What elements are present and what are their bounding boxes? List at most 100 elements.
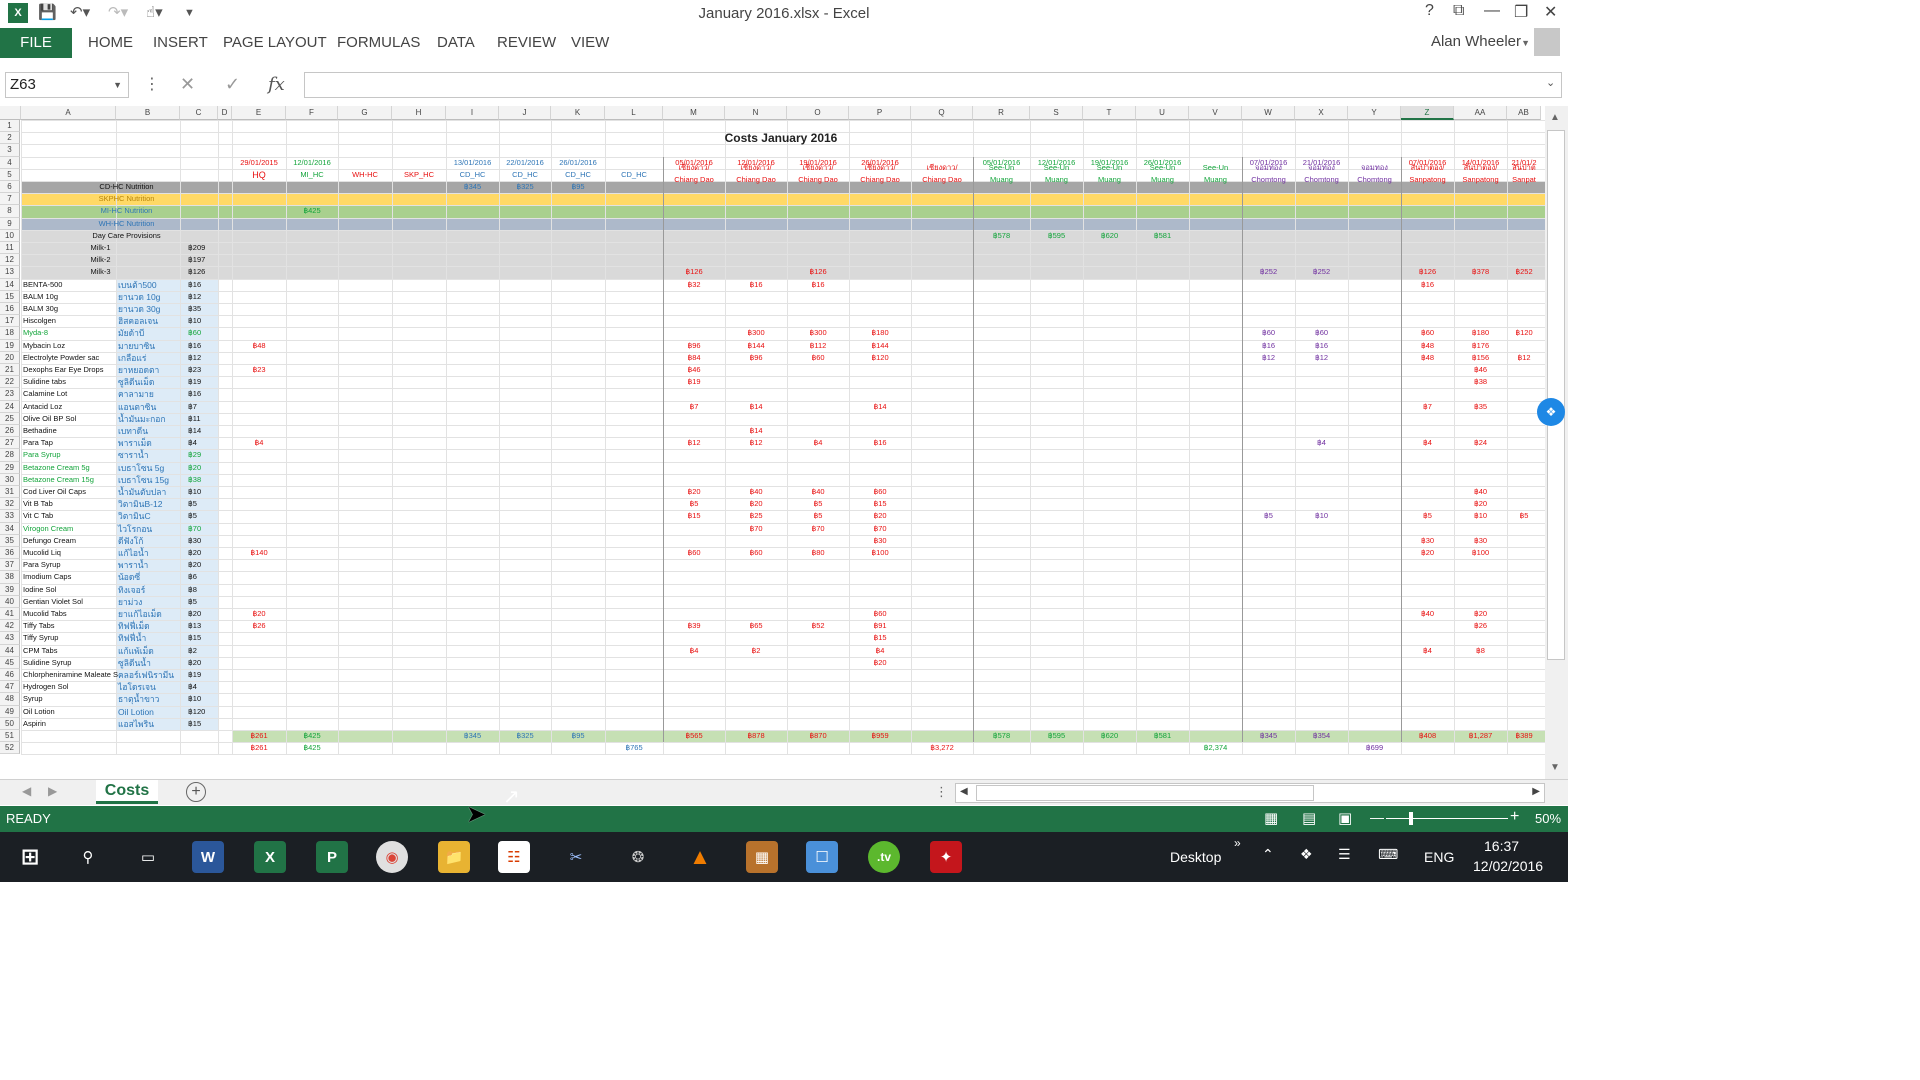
cost-cell[interactable]: ฿252 bbox=[1295, 266, 1348, 278]
item-name-th[interactable]: Oil Lotion bbox=[118, 706, 154, 718]
cost-cell[interactable]: ฿16 bbox=[787, 279, 849, 291]
row-header-28[interactable]: 28 bbox=[0, 449, 20, 462]
cost-cell[interactable]: ฿300 bbox=[725, 327, 787, 339]
help-icon[interactable]: ? bbox=[1425, 2, 1434, 20]
cost-cell[interactable]: ฿16 bbox=[725, 279, 787, 291]
item-name-en[interactable]: Gentian Violet Sol bbox=[23, 596, 83, 608]
item-price[interactable]: ฿10 bbox=[188, 693, 201, 705]
cost-cell[interactable]: ฿5 bbox=[787, 510, 849, 522]
item-name-th[interactable]: พาราน้ำ bbox=[118, 559, 148, 571]
tab-insert[interactable]: INSERT bbox=[153, 34, 208, 51]
tab-view[interactable]: VIEW bbox=[571, 34, 609, 51]
cost-cell[interactable]: ฿12 bbox=[1295, 352, 1348, 364]
item-name-th[interactable]: ยานวด 10g bbox=[118, 291, 160, 303]
cost-cell[interactable]: ฿15 bbox=[849, 632, 911, 644]
item-name-en[interactable]: Dexophs Ear Eye Drops bbox=[23, 364, 103, 376]
item-name-th[interactable]: ฮิสคอลเจน bbox=[118, 315, 158, 327]
cost-cell[interactable]: ฿46 bbox=[1454, 364, 1507, 376]
item-name-en[interactable]: Antacid Loz bbox=[23, 401, 62, 413]
cost-cell[interactable]: ฿48 bbox=[232, 340, 286, 352]
tab-data[interactable]: DATA bbox=[437, 34, 475, 51]
cost-cell[interactable]: ฿60 bbox=[663, 547, 725, 559]
cost-cell[interactable]: ฿5 bbox=[1242, 510, 1295, 522]
row-header-48[interactable]: 48 bbox=[0, 693, 20, 706]
desktop-toolbar[interactable]: Desktop bbox=[1170, 849, 1221, 865]
cost-cell[interactable]: ฿40 bbox=[725, 486, 787, 498]
item-price[interactable]: ฿16 bbox=[188, 388, 201, 400]
cost-cell[interactable]: ฿60 bbox=[849, 486, 911, 498]
item-price[interactable]: ฿70 bbox=[188, 523, 201, 535]
item-name-en[interactable]: Tiffy Syrup bbox=[23, 632, 58, 644]
row-header-41[interactable]: 41 bbox=[0, 608, 20, 621]
item-name-en[interactable]: Para Syrup bbox=[23, 559, 61, 571]
scroll-down-icon[interactable]: ▼ bbox=[1550, 762, 1560, 773]
vlc-icon[interactable]: ▲ bbox=[684, 841, 716, 873]
item-name-en[interactable]: Mucolid Tabs bbox=[23, 608, 67, 620]
next-sheet-icon[interactable]: ▶ bbox=[48, 784, 57, 798]
cost-cell[interactable]: ฿144 bbox=[725, 340, 787, 352]
row-header-13[interactable]: 13 bbox=[0, 266, 20, 279]
item-price[interactable]: ฿38 bbox=[188, 474, 201, 486]
row-header-17[interactable]: 17 bbox=[0, 315, 20, 328]
item-price[interactable]: ฿7 bbox=[188, 401, 197, 413]
item-name-th[interactable]: ยาแก้ไอเม็ด bbox=[118, 608, 162, 620]
column-header-m[interactable]: M bbox=[663, 106, 725, 120]
item-name-en[interactable]: Para Tap bbox=[23, 437, 53, 449]
item-name-en[interactable]: BALM 10g bbox=[23, 291, 58, 303]
cost-cell[interactable]: ฿12 bbox=[663, 437, 725, 449]
column-header-s[interactable]: S bbox=[1030, 106, 1083, 120]
column-header-c[interactable]: C bbox=[180, 106, 218, 120]
column-header-aa[interactable]: AA bbox=[1454, 106, 1507, 120]
cost-cell[interactable]: ฿96 bbox=[725, 352, 787, 364]
cost-cell[interactable]: ฿345 bbox=[446, 730, 499, 742]
item-name-th[interactable]: ยาหยอดตา bbox=[118, 364, 159, 376]
column-header-j[interactable]: J bbox=[499, 106, 551, 120]
column-header-w[interactable]: W bbox=[1242, 106, 1295, 120]
cost-cell[interactable]: ฿20 bbox=[1454, 608, 1507, 620]
cost-cell[interactable]: ฿19 bbox=[663, 376, 725, 388]
item-name-en[interactable]: Mucolid Liq bbox=[23, 547, 61, 559]
cost-cell[interactable]: ฿20 bbox=[725, 498, 787, 510]
item-name-th[interactable]: ซูลิดีนน้ำ bbox=[118, 657, 151, 669]
cost-cell[interactable]: ฿91 bbox=[849, 620, 911, 632]
cost-cell[interactable]: ฿578 bbox=[973, 730, 1030, 742]
item-price[interactable]: ฿5 bbox=[188, 596, 197, 608]
cost-cell[interactable]: ฿252 bbox=[1242, 266, 1295, 278]
h-scroll-thumb[interactable] bbox=[976, 785, 1314, 801]
cost-cell[interactable]: ฿20 bbox=[1401, 547, 1454, 559]
item-price[interactable]: ฿10 bbox=[188, 486, 201, 498]
cost-cell[interactable]: ฿325 bbox=[499, 730, 551, 742]
cost-cell[interactable]: ฿565 bbox=[663, 730, 725, 742]
row-header-44[interactable]: 44 bbox=[0, 644, 20, 657]
more-options-icon[interactable]: ⋮ bbox=[144, 74, 160, 94]
item-name-en[interactable]: BALM 30g bbox=[23, 303, 58, 315]
item-price[interactable]: ฿29 bbox=[188, 449, 201, 461]
item-name-th[interactable]: เบธาโซน 15g bbox=[118, 474, 169, 486]
cost-cell[interactable]: ฿20 bbox=[232, 608, 286, 620]
item-name-th[interactable]: เกลือแร่ bbox=[118, 352, 146, 364]
row-header-5[interactable]: 5 bbox=[0, 168, 20, 181]
cost-cell[interactable]: ฿126 bbox=[663, 266, 725, 278]
cost-cell[interactable]: ฿30 bbox=[1454, 535, 1507, 547]
cost-cell[interactable]: ฿620 bbox=[1083, 730, 1136, 742]
item-name-th[interactable]: แก้แพ้เม็ด bbox=[118, 645, 154, 657]
row-header-47[interactable]: 47 bbox=[0, 681, 20, 694]
column-header-r[interactable]: R bbox=[973, 106, 1030, 120]
column-header-f[interactable]: F bbox=[286, 106, 338, 120]
tab-page-layout[interactable]: PAGE LAYOUT bbox=[223, 34, 327, 51]
zoom-out-icon[interactable]: — bbox=[1370, 809, 1384, 825]
cost-cell[interactable]: ฿765 bbox=[605, 742, 663, 754]
item-name-en[interactable]: Calamine Lot bbox=[23, 388, 67, 400]
item-name-th[interactable]: มัยด้าบี bbox=[118, 327, 144, 339]
item-name-th[interactable]: ธาตุน้ำขาว bbox=[118, 693, 159, 705]
item-name-en[interactable]: Olive Oil BP Sol bbox=[23, 413, 76, 425]
row-header-30[interactable]: 30 bbox=[0, 473, 20, 486]
tab-formulas[interactable]: FORMULAS bbox=[337, 34, 420, 51]
tab-review[interactable]: REVIEW bbox=[497, 34, 556, 51]
row-header-6[interactable]: 6 bbox=[0, 181, 20, 194]
item-name-th[interactable]: ทิงเจอร์ bbox=[118, 584, 145, 596]
scroll-right-icon[interactable]: ▶ bbox=[1532, 786, 1540, 797]
item-name-en[interactable]: Betazone Cream 15g bbox=[23, 474, 94, 486]
item-name-en[interactable]: Bethadine bbox=[23, 425, 57, 437]
column-header-e[interactable]: E bbox=[232, 106, 286, 120]
